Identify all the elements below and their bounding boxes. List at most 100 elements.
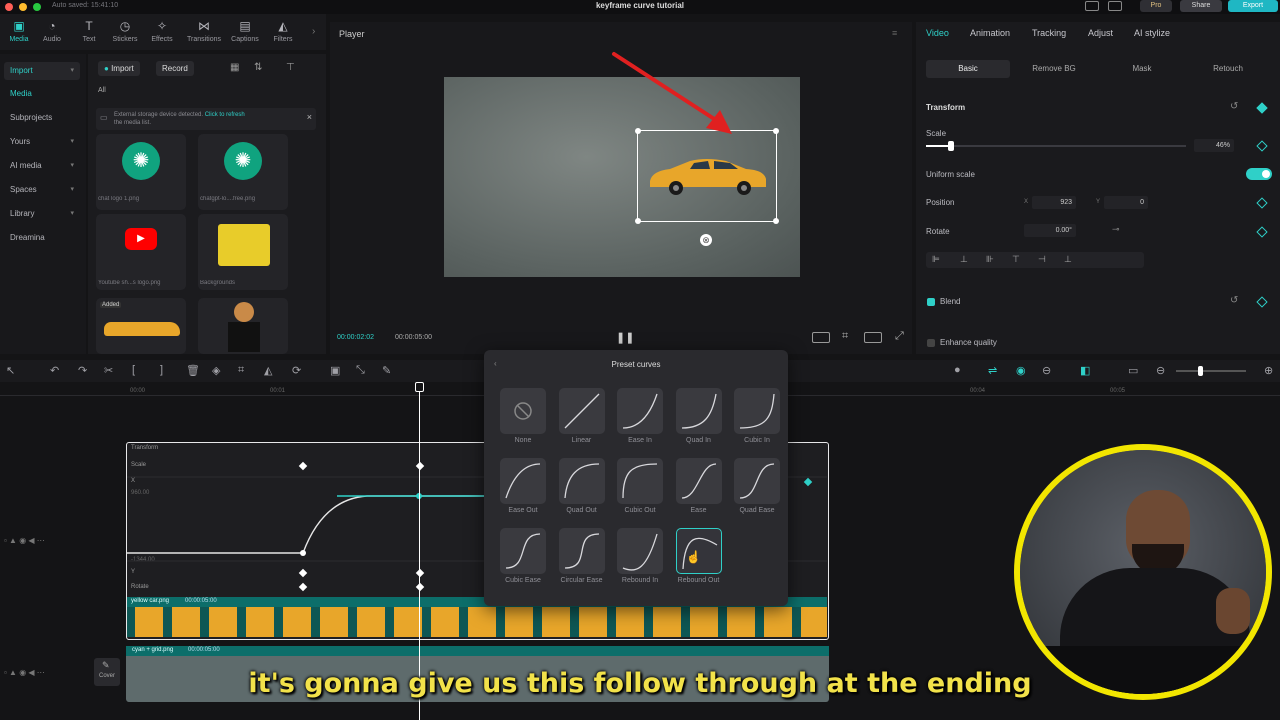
align-center-icon[interactable]: ⊥ [960, 254, 968, 265]
resize-handle[interactable] [773, 218, 779, 224]
tool-transitions[interactable]: ⋈ Transitions [185, 14, 223, 50]
media-item[interactable] [198, 298, 288, 354]
align-top-icon[interactable]: ⊤ [1012, 254, 1020, 265]
selection-box[interactable] [635, 128, 779, 224]
maximize-window-button[interactable] [33, 3, 41, 11]
tool-audio[interactable]: ◔ Audio [33, 14, 71, 50]
curve-preset-rebound-in[interactable] [617, 528, 663, 574]
pro-badge[interactable]: Pro [1140, 0, 1172, 12]
curve-preset-none[interactable] [500, 388, 546, 434]
keyframe-icon[interactable] [1256, 296, 1268, 308]
fit-icon[interactable]: ⊕ [1264, 364, 1273, 377]
filter-icon[interactable]: ⊤ [286, 62, 295, 73]
enhance-label[interactable]: Enhance quality [940, 338, 997, 347]
tool-text[interactable]: T Text [70, 14, 108, 50]
mic-icon[interactable]: ● [954, 364, 961, 376]
enhance-checkbox[interactable] [927, 339, 935, 347]
split-icon[interactable]: ✂ [104, 364, 113, 377]
curve-preset-circular-ease[interactable] [558, 528, 605, 574]
mirror-icon[interactable]: ◭ [264, 364, 272, 377]
preview-axis-icon[interactable]: ◧ [1080, 364, 1090, 377]
tab-tracking[interactable]: Tracking [1032, 28, 1066, 38]
tab-ai-stylize[interactable]: AI stylize [1134, 28, 1170, 38]
position-y-field[interactable]: 0 [1104, 196, 1148, 209]
position-x-field[interactable]: 923 [1032, 196, 1076, 209]
select-tool-icon[interactable]: ↖ [6, 364, 15, 377]
tool-stickers[interactable]: ◷ Stickers [106, 14, 144, 50]
zoom-out-icon[interactable]: ⊖ [1156, 364, 1165, 377]
ratio-icon[interactable] [812, 332, 830, 343]
playhead-handle[interactable] [415, 382, 424, 392]
quality-icon[interactable] [864, 332, 882, 343]
trim-right-icon[interactable]: ] [160, 364, 163, 376]
crop-icon[interactable]: ⌗ [842, 330, 848, 343]
player-menu-icon[interactable]: ≡ [892, 28, 897, 38]
trim-left-icon[interactable]: [ [132, 364, 135, 376]
pause-icon[interactable]: ❚❚ [616, 331, 634, 344]
keyframe-icon[interactable] [1256, 140, 1268, 152]
reset-icon[interactable]: ↺ [1230, 295, 1238, 306]
undo-icon[interactable]: ↶ [50, 364, 59, 377]
marker-icon[interactable]: ◈ [212, 364, 220, 377]
link-icon[interactable]: ⇌ [988, 364, 997, 377]
media-item[interactable]: Added [96, 298, 186, 354]
crop-tool-icon[interactable]: ⌗ [238, 364, 244, 377]
align-right-icon[interactable]: ⊪ [986, 254, 994, 265]
zoom-slider-handle[interactable] [1198, 366, 1203, 376]
track-controls-icon[interactable]: ▫ ▲ ◉ ◀ ⋯ [4, 536, 45, 545]
curve-preset-quad-out[interactable] [558, 458, 605, 504]
scale-value-field[interactable]: 46% [1194, 139, 1234, 152]
nav-library[interactable]: Library ▾ [4, 205, 80, 223]
tool-filters[interactable]: ◭ Filters [264, 14, 302, 50]
align-bottom-icon[interactable]: ⊥ [1064, 254, 1072, 265]
resize-handle[interactable] [635, 218, 641, 224]
minimize-window-button[interactable] [19, 3, 27, 11]
media-item[interactable]: ▶ [96, 214, 186, 290]
subtab-basic[interactable]: Basic [926, 60, 1010, 78]
freeze-icon[interactable]: ▣ [330, 364, 340, 377]
toolbar-more-icon[interactable]: › [312, 26, 315, 37]
sort-icon[interactable]: ⇅ [254, 62, 262, 73]
nav-spaces[interactable]: Spaces ▾ [4, 181, 80, 199]
import-button[interactable]: ● Import [98, 61, 140, 76]
filter-all[interactable]: All [98, 87, 106, 94]
blend-checkbox[interactable] [927, 298, 935, 306]
nav-ai-media[interactable]: AI media ▾ [4, 157, 80, 175]
share-button[interactable]: Share [1180, 0, 1222, 12]
tool-captions[interactable]: ▤ Captions [226, 14, 264, 50]
tab-animation[interactable]: Animation [970, 28, 1010, 38]
nav-subprojects[interactable]: Subprojects [4, 109, 80, 127]
curve-preset-quad-in[interactable] [675, 388, 722, 434]
loop-icon[interactable]: ⟳ [292, 364, 301, 377]
curve-preset-quad-ease[interactable] [734, 458, 780, 504]
subtab-mask[interactable]: Mask [1100, 60, 1184, 78]
delete-icon[interactable]: 🗑 [186, 364, 200, 377]
record-button[interactable]: Record [156, 61, 194, 76]
close-window-button[interactable] [5, 3, 13, 11]
grid-view-icon[interactable]: ▦ [230, 62, 239, 73]
curve-preset-cubic-in[interactable] [734, 388, 780, 434]
zoom-slider[interactable] [1176, 370, 1246, 372]
refresh-link[interactable]: Click to refresh [205, 112, 245, 118]
scale-slider-handle[interactable] [948, 141, 954, 151]
curve-preset-cubic-ease[interactable] [500, 528, 546, 574]
shortcuts-icon[interactable] [1108, 1, 1122, 11]
subtab-retouch[interactable]: Retouch [1186, 60, 1270, 78]
align-left-icon[interactable]: ⊫ [932, 254, 940, 265]
close-icon[interactable]: × [307, 113, 312, 122]
redo-icon[interactable]: ↷ [78, 364, 87, 377]
nav-import[interactable]: Import ▾ [4, 62, 80, 80]
uniform-scale-toggle[interactable] [1246, 168, 1272, 180]
curve-preset-ease-in[interactable] [617, 388, 663, 434]
keyframe-icon[interactable] [1256, 226, 1268, 238]
reset-icon[interactable]: ↺ [1230, 101, 1238, 112]
tool-effects[interactable]: ✧ Effects [143, 14, 181, 50]
fullscreen-icon[interactable]: ⤢ [895, 330, 904, 343]
rotate-field[interactable]: 0.00° [1024, 224, 1076, 237]
edit-icon[interactable]: ✎ [382, 364, 391, 377]
curve-preset-cubic-out[interactable] [617, 458, 663, 504]
media-item[interactable] [198, 214, 288, 290]
layout-icon[interactable] [1085, 1, 1099, 11]
align-middle-icon[interactable]: ⊣ [1038, 254, 1046, 265]
tab-video[interactable]: Video [926, 28, 949, 38]
